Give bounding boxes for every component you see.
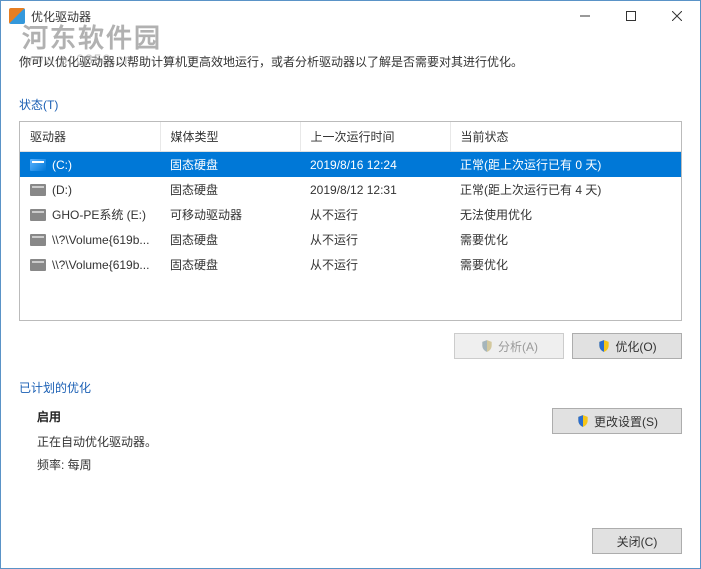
change-settings-button[interactable]: 更改设置(S) bbox=[552, 408, 682, 434]
drive-name: \\?\Volume{619b... bbox=[52, 233, 149, 247]
drive-list-panel: 驱动器 媒体类型 上一次运行时间 当前状态 (C:)固态硬盘2019/8/16 … bbox=[19, 121, 682, 321]
drive-name: (D:) bbox=[52, 183, 72, 197]
current-state: 需要优化 bbox=[450, 252, 681, 277]
shield-icon bbox=[480, 339, 494, 353]
minimize-button[interactable] bbox=[562, 1, 608, 31]
media-type: 固态硬盘 bbox=[160, 177, 300, 202]
col-state[interactable]: 当前状态 bbox=[450, 122, 681, 152]
drive-icon bbox=[30, 184, 46, 196]
schedule-info: 启用 正在自动优化驱动器。 频率: 每周 bbox=[19, 408, 157, 479]
schedule-line2: 频率: 每周 bbox=[37, 456, 157, 473]
table-row[interactable]: GHO-PE系统 (E:) 可移动驱动器从不运行无法使用优化 bbox=[20, 202, 681, 227]
col-media[interactable]: 媒体类型 bbox=[160, 122, 300, 152]
action-button-row: 分析(A) 优化(O) bbox=[19, 333, 682, 359]
maximize-icon bbox=[626, 11, 636, 21]
analyze-button: 分析(A) bbox=[454, 333, 564, 359]
table-row[interactable]: (C:) 固态硬盘2019/8/16 12:24正常(距上次运行已有 0 天) bbox=[20, 152, 681, 178]
description-text: 你可以优化驱动器以帮助计算机更高效地运行，或者分析驱动器以了解是否需要对其进行优… bbox=[19, 53, 682, 70]
drive-icon bbox=[30, 259, 46, 271]
drive-icon bbox=[30, 234, 46, 246]
schedule-line1: 正在自动优化驱动器。 bbox=[37, 433, 157, 450]
drive-name: GHO-PE系统 (E:) bbox=[52, 206, 146, 223]
col-drive[interactable]: 驱动器 bbox=[20, 122, 160, 152]
close-icon bbox=[672, 11, 682, 21]
app-icon bbox=[9, 8, 25, 24]
drive-icon bbox=[30, 159, 46, 171]
drive-table: 驱动器 媒体类型 上一次运行时间 当前状态 (C:)固态硬盘2019/8/16 … bbox=[20, 122, 681, 277]
table-row[interactable]: \\?\Volume{619b... 固态硬盘从不运行需要优化 bbox=[20, 227, 681, 252]
optimize-label: 优化(O) bbox=[615, 338, 656, 355]
current-state: 无法使用优化 bbox=[450, 202, 681, 227]
shield-icon bbox=[597, 339, 611, 353]
minimize-icon bbox=[580, 11, 590, 21]
last-run: 从不运行 bbox=[300, 227, 450, 252]
shield-icon bbox=[576, 414, 590, 428]
media-type: 可移动驱动器 bbox=[160, 202, 300, 227]
table-row[interactable]: \\?\Volume{619b... 固态硬盘从不运行需要优化 bbox=[20, 252, 681, 277]
window-title: 优化驱动器 bbox=[31, 8, 562, 25]
table-header-row: 驱动器 媒体类型 上一次运行时间 当前状态 bbox=[20, 122, 681, 152]
media-type: 固态硬盘 bbox=[160, 227, 300, 252]
drive-icon bbox=[30, 209, 46, 221]
last-run: 2019/8/12 12:31 bbox=[300, 177, 450, 202]
col-lastrun[interactable]: 上一次运行时间 bbox=[300, 122, 450, 152]
drive-name: \\?\Volume{619b... bbox=[52, 258, 149, 272]
media-type: 固态硬盘 bbox=[160, 152, 300, 178]
current-state: 正常(距上次运行已有 4 天) bbox=[450, 177, 681, 202]
last-run: 2019/8/16 12:24 bbox=[300, 152, 450, 178]
close-label: 关闭(C) bbox=[617, 533, 658, 550]
close-button[interactable]: 关闭(C) bbox=[592, 528, 682, 554]
current-state: 正常(距上次运行已有 0 天) bbox=[450, 152, 681, 178]
optimize-button[interactable]: 优化(O) bbox=[572, 333, 682, 359]
window: 优化驱动器 河东软件园 www.pc0359.cn 你可以优化驱动器以帮助计算机… bbox=[0, 0, 701, 569]
titlebar: 优化驱动器 bbox=[1, 1, 700, 31]
schedule-box: 启用 正在自动优化驱动器。 频率: 每周 更改设置(S) bbox=[19, 408, 682, 479]
analyze-label: 分析(A) bbox=[498, 338, 538, 355]
maximize-button[interactable] bbox=[608, 1, 654, 31]
drive-name: (C:) bbox=[52, 158, 72, 172]
schedule-group-label: 已计划的优化 bbox=[19, 379, 682, 396]
content-area: 你可以优化驱动器以帮助计算机更高效地运行，或者分析驱动器以了解是否需要对其进行优… bbox=[1, 31, 700, 568]
last-run: 从不运行 bbox=[300, 252, 450, 277]
current-state: 需要优化 bbox=[450, 227, 681, 252]
footer-row: 关闭(C) bbox=[19, 528, 682, 554]
last-run: 从不运行 bbox=[300, 202, 450, 227]
schedule-enabled-label: 启用 bbox=[37, 408, 157, 425]
table-row[interactable]: (D:) 固态硬盘2019/8/12 12:31正常(距上次运行已有 4 天) bbox=[20, 177, 681, 202]
change-settings-label: 更改设置(S) bbox=[594, 413, 658, 430]
status-group-label: 状态(T) bbox=[19, 96, 682, 113]
close-window-button[interactable] bbox=[654, 1, 700, 31]
media-type: 固态硬盘 bbox=[160, 252, 300, 277]
